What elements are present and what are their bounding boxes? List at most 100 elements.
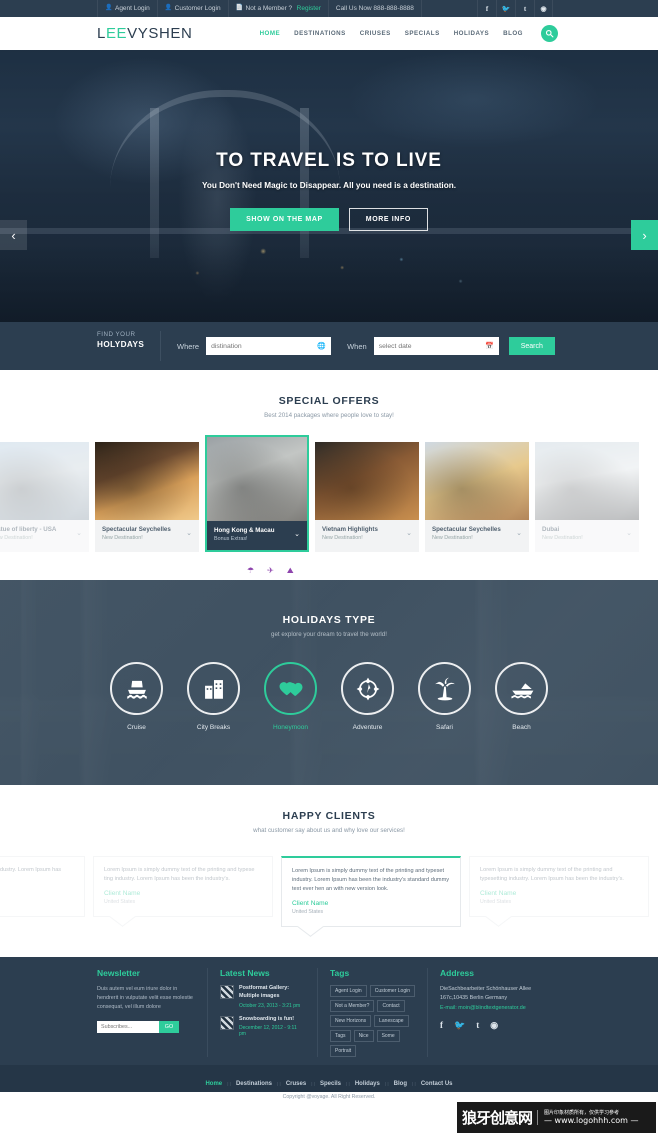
chevron-down-icon[interactable]: ⌄ — [626, 529, 632, 537]
nav-holidays[interactable]: HOLIDAYS — [454, 30, 489, 37]
happy-clients-section: HAPPY CLIENTS what customer say about us… — [0, 785, 658, 957]
tag-item[interactable]: Some — [376, 1030, 400, 1042]
nav-separator: ∷ — [384, 1081, 389, 1088]
news-item[interactable]: Postformat Gallery: Multiple images Octo… — [220, 985, 305, 1009]
nav-destinations[interactable]: DESTINATIONS — [294, 30, 346, 37]
pinterest-icon[interactable]: ◉ — [490, 1020, 498, 1031]
tag-item[interactable]: Nice — [353, 1030, 374, 1042]
site-footer: Newsletter Duis autem vel eum iriure dol… — [0, 957, 658, 1065]
footer-nav-specils[interactable]: Specils — [320, 1081, 341, 1087]
where-input[interactable] — [211, 342, 327, 350]
tag-item[interactable]: Not a Member? — [330, 1000, 375, 1012]
hero-title: TO TRAVEL IS TO LIVE — [216, 150, 442, 171]
footer-nav-holidays[interactable]: Holidays — [355, 1081, 380, 1087]
tag-item[interactable]: Portrait — [330, 1045, 357, 1057]
twitter-icon[interactable]: 🐦 — [496, 0, 515, 17]
address-email-row: E-mail: moin@blindtextgenerator.de — [440, 1005, 561, 1011]
holiday-type-honeymoon[interactable]: Honeymoon — [264, 662, 317, 731]
newsletter-input[interactable] — [97, 1020, 159, 1033]
holiday-type-adventure[interactable]: Adventure — [341, 662, 394, 731]
top-bar: 👤 Agent Login 👤 Customer Login 📄 Not a M… — [0, 0, 658, 17]
tag-item[interactable]: New Horizons — [330, 1015, 372, 1027]
chevron-down-icon[interactable]: ⌄ — [294, 530, 300, 538]
tag-item[interactable]: Lanescape — [374, 1015, 409, 1027]
logo-part-b: VYSHEN — [127, 25, 193, 42]
nav-separator: ∷ — [346, 1081, 350, 1088]
chevron-down-icon[interactable]: ⌄ — [516, 529, 522, 537]
holiday-type-list: Cruise City Breaks Honeymoon Adventure S — [0, 662, 658, 731]
holiday-type-city-breaks[interactable]: City Breaks — [187, 662, 240, 731]
newsletter-text: Duis autem vel eum iriure dolor in hendr… — [97, 986, 193, 1010]
holiday-type-label: City Breaks — [196, 724, 231, 731]
site-logo[interactable]: LEEVYSHEN — [97, 25, 192, 42]
offer-image — [425, 442, 529, 520]
facebook-icon[interactable]: f — [477, 0, 496, 17]
tumblr-icon[interactable]: t — [476, 1020, 479, 1031]
facebook-icon[interactable]: f — [440, 1020, 443, 1031]
testimonial-card[interactable]: Lorem Ipsum is simply dummy text of the … — [93, 856, 273, 918]
offer-card[interactable]: Dubai New Destination! ⌄ — [535, 442, 639, 552]
tag-item[interactable]: Agent Login — [330, 985, 367, 997]
not-a-member-link[interactable]: 📄 Not a Member ? Register — [229, 0, 329, 17]
holiday-type-cruise[interactable]: Cruise — [110, 662, 163, 731]
offer-card[interactable]: Spectacular Seychelles New Destination! … — [425, 442, 529, 552]
testimonial-client-location: United States — [0, 899, 74, 905]
mountain-icon[interactable]: ⛰ — [287, 566, 294, 576]
news-item[interactable]: Snowboarding is fun! December 12, 2012 -… — [220, 1015, 305, 1037]
agent-login-link[interactable]: 👤 Agent Login — [97, 0, 158, 17]
testimonial-client-location: United States — [480, 899, 512, 906]
footer-navigation: Home ∷ Destinations ∷ Cruses ∷ Specils ∷… — [205, 1081, 452, 1088]
testimonial-card[interactable]: ...of the printing and typese ting indus… — [0, 856, 85, 918]
footer-nav-cruses[interactable]: Cruses — [286, 1081, 306, 1087]
more-info-button[interactable]: MORE INFO — [348, 208, 428, 231]
bottom-bar: Home ∷ Destinations ∷ Cruses ∷ Specils ∷… — [0, 1065, 658, 1100]
plane-icon[interactable]: ✈ — [267, 566, 274, 576]
show-on-map-button[interactable]: SHOW ON THE MAP — [230, 208, 339, 231]
where-field[interactable]: 🌐 — [206, 337, 332, 355]
offer-card-featured[interactable]: Hong Kong & Macau Bonus Extras! ⌄ — [205, 435, 309, 552]
offer-card[interactable]: Vietnam Highlights New Destination! ⌄ — [315, 442, 419, 552]
when-input[interactable] — [378, 342, 494, 350]
footer-nav-contact-us[interactable]: Contact Us — [421, 1081, 453, 1087]
hero-prev-arrow[interactable]: ‹ — [0, 220, 27, 250]
nav-blog[interactable]: BLOG — [503, 30, 523, 37]
testimonial-card-featured[interactable]: Lorem Ipsum is simply dummy text of the … — [281, 856, 461, 928]
pinterest-icon[interactable]: ◉ — [534, 0, 553, 17]
nav-separator: ∷ — [227, 1081, 231, 1088]
tag-item[interactable]: Customer Login — [369, 985, 415, 997]
newsletter-go-button[interactable]: GO — [159, 1020, 179, 1033]
search-icon[interactable] — [541, 25, 558, 42]
offer-image — [315, 442, 419, 520]
footer-nav-destinations[interactable]: Destinations — [236, 1081, 272, 1087]
user-icon: 👤 — [164, 5, 173, 11]
twitter-icon[interactable]: 🐦 — [454, 1020, 465, 1031]
when-field[interactable]: 📅 — [373, 337, 499, 355]
holiday-type-safari[interactable]: Safari — [418, 662, 471, 731]
hero-next-arrow[interactable]: › — [631, 220, 658, 250]
nav-specials[interactable]: SPECIALS — [405, 30, 440, 37]
holiday-type-beach[interactable]: Beach — [495, 662, 548, 731]
umbrella-icon[interactable]: ☂ — [247, 566, 254, 576]
nav-home[interactable]: HOME — [260, 30, 281, 37]
call-us-label: Call Us Now 888-888-8888 — [335, 5, 414, 12]
customer-login-link[interactable]: 👤 Customer Login — [158, 0, 229, 17]
holiday-search-bar: FIND YOUR HOLYDAYS Where 🌐 When 📅 Search — [0, 322, 658, 370]
offer-card[interactable]: Spectacular Seychelles New Destination! … — [95, 442, 199, 552]
testimonial-card[interactable]: Lorem Ipsum is simply dummy text of the … — [469, 856, 649, 918]
offer-card[interactable]: ...atue of liberty - USA New Destination… — [0, 442, 89, 552]
tumblr-icon[interactable]: t — [515, 0, 534, 17]
chevron-down-icon[interactable]: ⌄ — [186, 529, 192, 537]
find-line-2: HOLYDAYS — [97, 340, 145, 350]
chevron-down-icon[interactable]: ⌄ — [76, 529, 82, 537]
footer-nav-blog[interactable]: Blog — [394, 1081, 407, 1087]
footer-nav-home[interactable]: Home — [205, 1081, 222, 1087]
chevron-down-icon[interactable]: ⌄ — [406, 529, 412, 537]
register-link[interactable]: Register — [297, 0, 321, 17]
compass-icon — [341, 662, 394, 715]
tag-item[interactable]: Tags — [330, 1030, 351, 1042]
email-value[interactable]: moin@blindtextgenerator.de — [458, 1005, 526, 1011]
search-button[interactable]: Search — [508, 337, 555, 355]
tag-item[interactable]: Contact — [377, 1000, 405, 1012]
nav-cruises[interactable]: CRIUSES — [360, 30, 391, 37]
holiday-type-label: Cruise — [127, 724, 146, 731]
